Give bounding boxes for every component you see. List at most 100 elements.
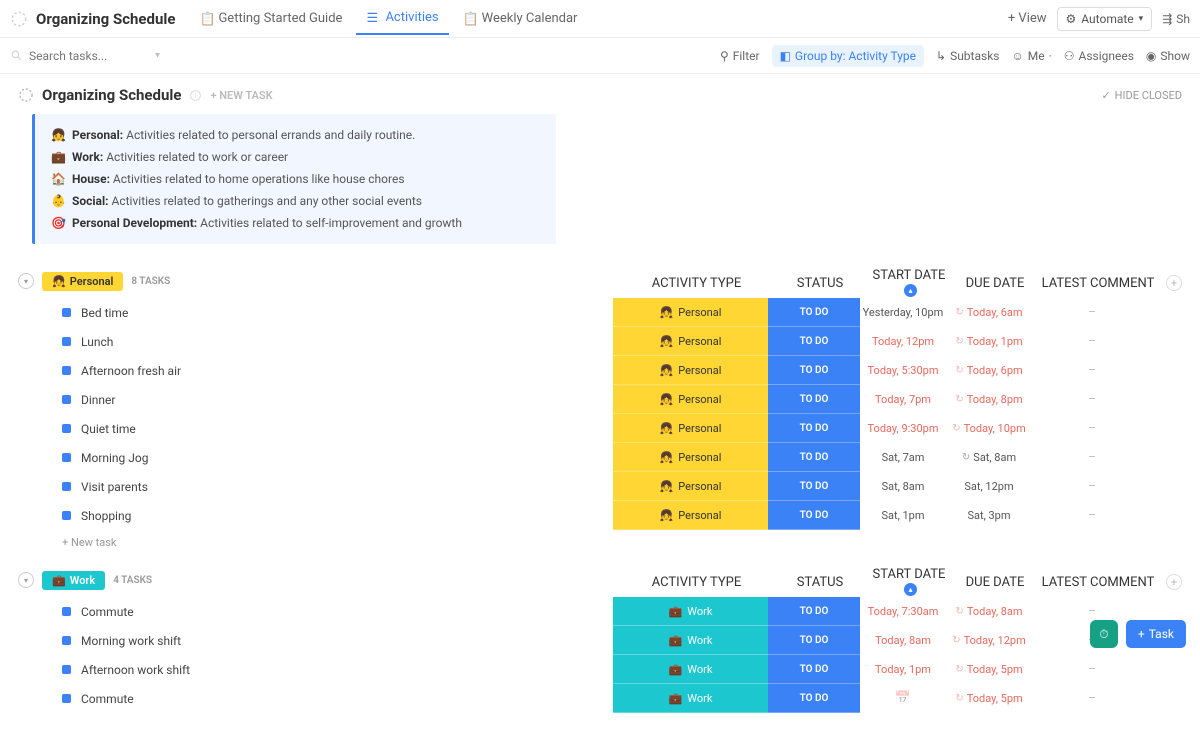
collapse-button[interactable]: ▾ <box>18 572 34 588</box>
task-row[interactable]: Afternoon work shift 💼Work TO DO Today, … <box>18 655 1182 684</box>
task-name[interactable]: Morning work shift <box>81 634 181 648</box>
tab-weekly-calendar[interactable]: 📋Weekly Calendar <box>453 3 588 34</box>
group-chip[interactable]: 👧Personal <box>42 272 123 291</box>
status-square[interactable] <box>62 453 71 462</box>
task-name[interactable]: Commute <box>81 692 134 706</box>
col-latest-comment[interactable]: LATEST COMMENT <box>1038 575 1158 590</box>
status-square[interactable] <box>62 665 71 674</box>
info-icon[interactable]: i <box>189 89 202 102</box>
status-square[interactable] <box>62 395 71 404</box>
add-column-button[interactable]: + <box>1166 574 1182 590</box>
col-latest-comment[interactable]: LATEST COMMENT <box>1038 276 1158 291</box>
task-main[interactable]: Dinner <box>18 385 613 414</box>
activity-type-cell[interactable]: 👧Personal <box>613 414 768 443</box>
search-input[interactable] <box>29 49 149 63</box>
task-name[interactable]: Commute <box>81 605 134 619</box>
task-row[interactable]: Morning work shift 💼Work TO DO Today, 8a… <box>18 626 1182 655</box>
task-main[interactable]: Shopping <box>18 501 613 530</box>
status-square[interactable] <box>62 482 71 491</box>
activity-type-cell[interactable]: 👧Personal <box>613 356 768 385</box>
latest-comment-cell[interactable]: – <box>1032 472 1152 501</box>
due-date-cell[interactable]: ↻Today, 6pm <box>946 356 1032 385</box>
task-name[interactable]: Visit parents <box>81 480 148 494</box>
task-row[interactable]: Commute 💼Work TO DO 📅 ↻Today, 5pm – <box>18 684 1182 713</box>
latest-comment-cell[interactable]: – <box>1032 443 1152 472</box>
task-main[interactable]: Visit parents <box>18 472 613 501</box>
status-cell[interactable]: TO DO <box>768 443 860 472</box>
chevron-down-icon[interactable]: ▾ <box>155 50 160 61</box>
task-name[interactable]: Shopping <box>81 509 131 523</box>
task-main[interactable]: Morning work shift <box>18 626 613 655</box>
task-main[interactable]: Morning Jog <box>18 443 613 472</box>
col-due-date[interactable]: DUE DATE <box>952 276 1038 291</box>
status-cell[interactable]: TO DO <box>768 414 860 443</box>
automate-button[interactable]: ⚙ Automate ▾ <box>1057 7 1153 31</box>
add-column-button[interactable]: + <box>1166 275 1182 291</box>
status-cell[interactable]: TO DO <box>768 327 860 356</box>
tab-activities[interactable]: ☰Activities <box>356 2 448 35</box>
latest-comment-cell[interactable]: – <box>1032 501 1152 530</box>
task-row[interactable]: Afternoon fresh air 👧Personal TO DO Toda… <box>18 356 1182 385</box>
group-chip[interactable]: 💼Work <box>42 571 105 590</box>
activity-type-cell[interactable]: 👧Personal <box>613 443 768 472</box>
task-row[interactable]: Shopping 👧Personal TO DO Sat, 1pm Sat, 3… <box>18 501 1182 530</box>
start-date-cell[interactable]: Today, 7:30am <box>860 597 946 626</box>
task-name[interactable]: Afternoon work shift <box>81 663 190 677</box>
latest-comment-cell[interactable]: – <box>1032 655 1152 684</box>
activity-type-cell[interactable]: 👧Personal <box>613 385 768 414</box>
task-main[interactable]: Bed time <box>18 298 613 327</box>
start-date-cell[interactable]: Today, 9:30pm <box>860 414 946 443</box>
add-view-button[interactable]: + View <box>998 3 1057 34</box>
due-date-cell[interactable]: ↻Sat, 8am <box>946 443 1032 472</box>
activity-type-cell[interactable]: 💼Work <box>613 655 768 684</box>
status-cell[interactable]: TO DO <box>768 385 860 414</box>
col-activity-type[interactable]: ACTIVITY TYPE <box>619 575 774 590</box>
task-name[interactable]: Morning Jog <box>81 451 148 465</box>
start-date-cell[interactable]: Yesterday, 10pm <box>860 298 946 327</box>
task-main[interactable]: Quiet time <box>18 414 613 443</box>
activity-type-cell[interactable]: 👧Personal <box>613 501 768 530</box>
col-status[interactable]: STATUS <box>774 276 866 291</box>
start-date-cell[interactable]: Today, 5:30pm <box>860 356 946 385</box>
task-name[interactable]: Bed time <box>81 306 128 320</box>
task-row[interactable]: Commute 💼Work TO DO Today, 7:30am ↻Today… <box>18 597 1182 626</box>
status-square[interactable] <box>62 511 71 520</box>
status-cell[interactable]: TO DO <box>768 356 860 385</box>
due-date-cell[interactable]: ↻Today, 6am <box>946 298 1032 327</box>
task-main[interactable]: Afternoon fresh air <box>18 356 613 385</box>
status-square[interactable] <box>62 366 71 375</box>
task-row[interactable]: Bed time 👧Personal TO DO Yesterday, 10pm… <box>18 298 1182 327</box>
status-cell[interactable]: TO DO <box>768 501 860 530</box>
activity-type-cell[interactable]: 👧Personal <box>613 298 768 327</box>
hide-closed-button[interactable]: ✓ HIDE CLOSED <box>1101 89 1182 102</box>
task-main[interactable]: Commute <box>18 684 613 713</box>
group-by-button[interactable]: ◧Group by: Activity Type <box>772 45 924 67</box>
col-status[interactable]: STATUS <box>774 575 866 590</box>
status-square[interactable] <box>62 337 71 346</box>
start-date-cell[interactable]: Today, 8am <box>860 626 946 655</box>
activity-type-cell[interactable]: 💼Work <box>613 684 768 713</box>
calendar-icon[interactable]: 📅 <box>895 691 911 706</box>
activity-type-cell[interactable]: 👧Personal <box>613 472 768 501</box>
collapse-button[interactable]: ▾ <box>18 273 34 289</box>
status-cell[interactable]: TO DO <box>768 298 860 327</box>
new-task-fab[interactable]: + Task <box>1126 620 1186 648</box>
tab-getting-started-guide[interactable]: 📋Getting Started Guide <box>189 3 352 34</box>
subtasks-button[interactable]: ↳Subtasks <box>936 49 999 63</box>
start-date-cell[interactable]: Sat, 7am <box>860 443 946 472</box>
task-row[interactable]: Dinner 👧Personal TO DO Today, 7pm ↻Today… <box>18 385 1182 414</box>
task-name[interactable]: Lunch <box>81 335 113 349</box>
task-name[interactable]: Quiet time <box>81 422 136 436</box>
task-row[interactable]: Morning Jog 👧Personal TO DO Sat, 7am ↻Sa… <box>18 443 1182 472</box>
start-date-cell[interactable]: Today, 1pm <box>860 655 946 684</box>
status-cell[interactable]: TO DO <box>768 655 860 684</box>
due-date-cell[interactable]: ↻Today, 1pm <box>946 327 1032 356</box>
col-start-date[interactable]: START DATE▴ <box>866 268 952 298</box>
activity-type-cell[interactable]: 💼Work <box>613 626 768 655</box>
new-task-inline[interactable]: + New task <box>18 530 1182 549</box>
latest-comment-cell[interactable]: – <box>1032 356 1152 385</box>
status-square[interactable] <box>62 607 71 616</box>
start-date-cell[interactable]: 📅 <box>860 684 946 713</box>
task-row[interactable]: Quiet time 👧Personal TO DO Today, 9:30pm… <box>18 414 1182 443</box>
me-button[interactable]: ☺Me · <box>1011 49 1051 63</box>
